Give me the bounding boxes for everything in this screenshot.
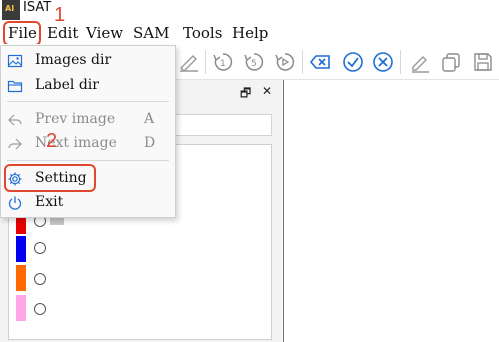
menu-bar: File Edit View SAM Tools Help <box>0 22 499 44</box>
menu-item-label-dir[interactable]: Label dir <box>1 74 175 98</box>
file-menu-highlight <box>3 21 41 46</box>
shortcut-label: A <box>144 111 155 127</box>
label-radio[interactable] <box>34 273 46 285</box>
menu-item-images-dir[interactable]: Images dir <box>1 49 175 73</box>
delete-point-icon[interactable] <box>309 51 331 73</box>
save-icon[interactable] <box>472 51 494 73</box>
menu-item-prev-image[interactable]: Prev image A <box>1 108 175 132</box>
menu-view[interactable]: View <box>86 24 123 42</box>
finish-check-icon[interactable] <box>342 51 364 73</box>
app-title: ISAT <box>23 0 52 15</box>
image-canvas[interactable] <box>283 80 499 342</box>
play-cycle-icon[interactable] <box>274 51 296 73</box>
menu-separator <box>7 101 169 102</box>
edit-pencil-icon[interactable] <box>409 51 431 73</box>
app-logo-icon: AI <box>2 0 20 20</box>
draw-polygon-icon[interactable] <box>178 51 200 73</box>
menu-tools[interactable]: Tools <box>183 24 222 42</box>
cancel-circle-icon[interactable] <box>372 51 394 73</box>
label-radio[interactable] <box>34 303 46 315</box>
label-color-swatch <box>16 265 26 291</box>
dock-float-icon[interactable]: 🗗 <box>240 84 251 105</box>
label-color-swatch <box>16 295 26 321</box>
menu-item-next-image[interactable]: Next image D <box>1 132 175 156</box>
undo-five-icon[interactable]: 5 <box>243 51 265 73</box>
menu-sam[interactable]: SAM <box>133 24 169 42</box>
label-color-swatch <box>16 236 26 262</box>
power-icon <box>8 196 22 210</box>
prev-arrow-icon <box>8 114 22 126</box>
step-2-marker: 2 <box>46 130 58 152</box>
title-bar: AI ISAT <box>0 0 499 22</box>
svg-text:1: 1 <box>220 59 226 69</box>
step-1-marker: 1 <box>54 4 66 26</box>
folder-icon <box>7 80 23 93</box>
toolbar-separator <box>205 50 206 74</box>
label-radio[interactable] <box>34 242 46 254</box>
menu-help[interactable]: Help <box>232 24 268 42</box>
toolbar-separator <box>400 50 401 74</box>
menu-separator <box>7 160 169 161</box>
menu-item-exit[interactable]: Exit <box>1 191 175 215</box>
shortcut-label: D <box>144 135 156 151</box>
svg-text:5: 5 <box>251 59 257 69</box>
copy-icon[interactable] <box>440 51 462 73</box>
toolbar-separator <box>302 50 303 74</box>
dock-close-icon[interactable]: ✕ <box>262 84 272 98</box>
setting-highlight <box>4 164 96 192</box>
next-arrow-icon <box>8 138 22 150</box>
undo-one-icon[interactable]: 1 <box>212 51 234 73</box>
file-dropdown-menu: Images dir Label dir Prev image A Next i… <box>0 45 176 218</box>
image-icon <box>7 54 23 68</box>
